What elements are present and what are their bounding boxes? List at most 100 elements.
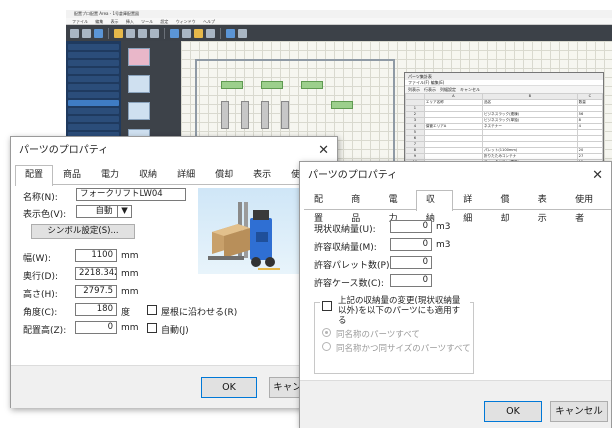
chevron-down-icon[interactable]: ▼ <box>117 205 132 218</box>
tab-placement[interactable]: 配置 <box>304 190 341 224</box>
tab-depreciation[interactable]: 償却 <box>490 190 527 224</box>
sidebar-item[interactable] <box>68 84 119 90</box>
tab-detail[interactable]: 詳細 <box>453 190 490 224</box>
width-field[interactable]: 1100 <box>75 249 117 262</box>
sheet-tab[interactable]: キャンセル <box>460 86 480 93</box>
symbol-settings-button[interactable]: シンボル設定(S)... <box>31 224 135 239</box>
tab-product[interactable]: 商品 <box>53 165 91 184</box>
sidebar-item[interactable] <box>68 116 119 122</box>
angle-label: 角度(C): <box>23 308 58 318</box>
allowed-volume-unit: m3 <box>436 240 451 250</box>
sheet-tab[interactable]: 列幅設定 <box>440 86 456 93</box>
rack-part[interactable] <box>331 101 353 109</box>
zoom-icon[interactable] <box>170 28 179 38</box>
folder-icon[interactable] <box>114 28 123 38</box>
sidebar-item[interactable] <box>68 60 119 66</box>
tab-display[interactable]: 表示 <box>528 190 565 224</box>
ok-button[interactable]: OK <box>201 377 257 398</box>
tab-storage[interactable]: 収納 <box>415 190 454 224</box>
rack-part[interactable] <box>241 101 249 129</box>
rack-part[interactable] <box>261 81 283 89</box>
new-icon[interactable] <box>70 28 79 38</box>
current-volume-label: 現状収納量(U): <box>314 225 376 235</box>
sidebar-item[interactable] <box>68 124 119 130</box>
dialog-title: パーツのプロパティ <box>308 170 398 181</box>
depth-label: 奥行(D): <box>23 272 58 282</box>
menu-item[interactable]: ウィンドウ <box>176 19 196 24</box>
tab-power[interactable]: 電力 <box>379 190 416 224</box>
dialog-footer: OK キャンセル <box>11 365 337 408</box>
rack-part[interactable] <box>221 101 229 129</box>
dialog-footer: OK キャンセル <box>300 380 611 428</box>
apply-checkbox[interactable] <box>322 301 332 311</box>
sidebar-item[interactable] <box>68 76 119 82</box>
width-unit: mm <box>121 251 139 261</box>
name-field[interactable]: フォークリフトLW04 <box>76 188 186 201</box>
part-thumbnail[interactable] <box>128 102 150 120</box>
depth-field[interactable]: 2218.342 <box>75 267 117 280</box>
sidebar-item[interactable] <box>68 44 119 50</box>
allowed-cases-field[interactable]: 0 <box>390 274 432 287</box>
tab-bar: 配置 商品 電力 収納 詳細 償却 表示 使用者 <box>15 165 337 186</box>
grid-icon[interactable] <box>238 28 247 38</box>
rack-part[interactable] <box>261 101 269 129</box>
measure-icon[interactable] <box>206 28 215 38</box>
select-icon[interactable] <box>182 28 191 38</box>
elevation-label: 配置高(Z): <box>23 326 67 336</box>
draw-icon[interactable] <box>194 28 203 38</box>
part-thumbnail[interactable] <box>128 48 150 66</box>
dialog-title-bar: パーツのプロパティ ✕ <box>11 137 337 165</box>
allowed-volume-field[interactable]: 0 <box>390 238 432 251</box>
tab-detail[interactable]: 詳細 <box>167 165 205 184</box>
redo-icon[interactable] <box>150 28 159 38</box>
tab-user[interactable]: 使用者 <box>565 190 611 224</box>
save-icon[interactable] <box>94 28 103 38</box>
height-field[interactable]: 2797.5 <box>75 285 117 298</box>
depth-unit: mm <box>121 269 139 279</box>
print-icon[interactable] <box>126 28 135 38</box>
sidebar-item[interactable] <box>68 52 119 58</box>
properties-dialog-placement: パーツのプロパティ ✕ 配置 商品 電力 収納 詳細 償却 表示 使用者 名称(… <box>10 136 338 408</box>
angle-field[interactable]: 180 <box>75 303 117 316</box>
menu-item[interactable]: ツール <box>141 19 153 24</box>
roof-checkbox[interactable] <box>147 305 157 315</box>
auto-checkbox[interactable] <box>147 323 157 333</box>
dialog-title: パーツのプロパティ <box>19 145 109 156</box>
toolbar-divider <box>108 27 109 39</box>
sheet-tab[interactable]: 行表示 <box>424 86 436 93</box>
menu-item[interactable]: 挿入 <box>126 19 134 24</box>
sidebar-item[interactable] <box>68 68 119 74</box>
open-icon[interactable] <box>82 28 91 38</box>
close-icon[interactable]: ✕ <box>592 162 603 190</box>
rack-part[interactable] <box>301 81 323 89</box>
sidebar-item-selected[interactable] <box>68 100 119 106</box>
angle-unit: 度 <box>121 308 131 318</box>
same-size-radio[interactable] <box>322 342 331 351</box>
tab-storage[interactable]: 収納 <box>129 165 167 184</box>
menu-item[interactable]: ヘルプ <box>203 19 215 24</box>
layer-icon[interactable] <box>226 28 235 38</box>
app-title-bar: 配置プロ配置 Area - 1号倉庫配置図 <box>66 10 612 18</box>
sheet-tab[interactable]: 列表示 <box>408 86 420 93</box>
same-name-radio[interactable] <box>322 328 331 337</box>
tab-product[interactable]: 商品 <box>341 190 378 224</box>
sidebar-item[interactable] <box>68 108 119 114</box>
current-volume-field[interactable]: 0 <box>390 220 432 233</box>
ok-button[interactable]: OK <box>484 401 542 422</box>
rack-part[interactable] <box>281 101 289 129</box>
tab-power[interactable]: 電力 <box>91 165 129 184</box>
tab-placement[interactable]: 配置 <box>15 165 54 186</box>
menu-item[interactable]: ファイル <box>72 19 88 24</box>
allowed-pallets-field[interactable]: 0 <box>390 256 432 269</box>
undo-icon[interactable] <box>138 28 147 38</box>
part-thumbnail[interactable] <box>128 75 150 93</box>
sidebar-item[interactable] <box>68 92 119 98</box>
tab-depreciation[interactable]: 償却 <box>205 165 243 184</box>
tab-display[interactable]: 表示 <box>243 165 281 184</box>
elevation-field[interactable]: 0 <box>75 321 117 334</box>
cancel-button[interactable]: キャンセル <box>550 401 608 422</box>
menu-item[interactable]: 表示 <box>111 19 119 24</box>
menu-item[interactable]: 設定 <box>160 19 168 24</box>
menu-item[interactable]: 編集 <box>95 19 103 24</box>
rack-part[interactable] <box>221 81 243 89</box>
